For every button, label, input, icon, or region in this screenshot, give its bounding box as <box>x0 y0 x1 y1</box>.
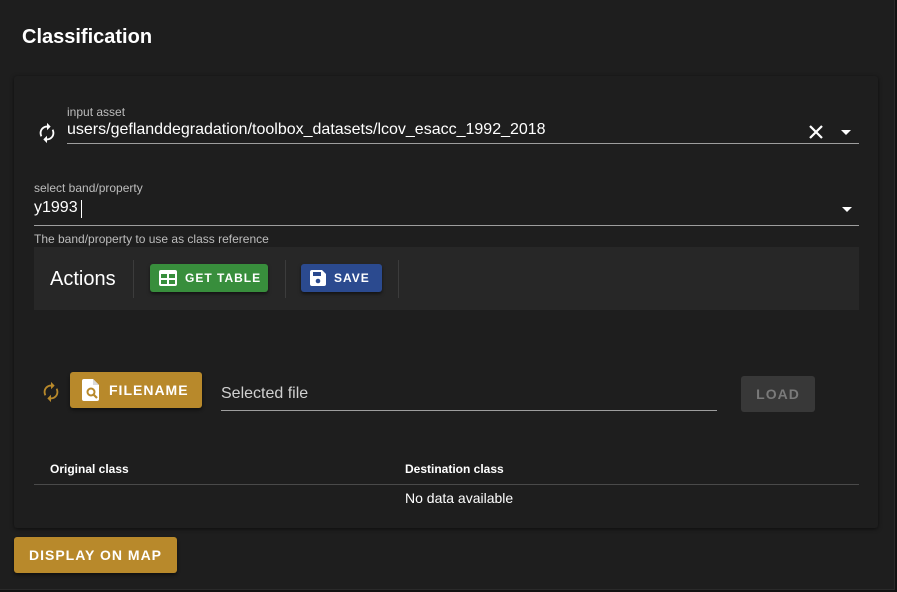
input-asset-underline <box>67 143 859 144</box>
file-search-icon <box>82 379 99 401</box>
save-label: SAVE <box>334 271 370 285</box>
actions-title: Actions <box>50 268 116 290</box>
chevron-down-icon[interactable] <box>842 207 852 212</box>
band-select-label: select band/property <box>34 181 143 195</box>
close-icon[interactable] <box>808 124 824 140</box>
classification-panel: Classification input asset users/gefland… <box>0 0 895 590</box>
filename-button[interactable]: FILENAME <box>70 372 202 408</box>
filename-label: FILENAME <box>109 382 189 398</box>
column-header-original-class[interactable]: Original class <box>50 462 129 476</box>
table-empty-message: No data available <box>405 490 514 506</box>
column-header-destination-class[interactable]: Destination class <box>405 462 504 476</box>
toolbar-divider <box>398 260 399 298</box>
toolbar-divider <box>133 260 134 298</box>
text-cursor <box>81 200 82 218</box>
table-header-divider <box>34 484 859 485</box>
toolbar-divider <box>285 260 286 298</box>
selected-file-input[interactable]: Selected file <box>221 385 308 403</box>
display-on-map-button[interactable]: DISPLAY ON MAP <box>14 537 177 573</box>
refresh-icon[interactable] <box>36 122 58 144</box>
classification-card: input asset users/geflanddegradation/too… <box>14 76 878 528</box>
actions-toolbar: Actions GET TABLE SAVE <box>34 247 859 310</box>
selected-file-underline <box>221 410 717 411</box>
save-icon <box>310 270 326 286</box>
band-select-field[interactable]: y1993 <box>34 199 78 217</box>
panel-title: Classification <box>22 26 153 48</box>
table-icon <box>159 270 177 286</box>
get-table-label: GET TABLE <box>185 271 262 285</box>
band-select-underline <box>34 225 859 226</box>
input-asset-field[interactable]: users/geflanddegradation/toolbox_dataset… <box>67 121 546 139</box>
save-button[interactable]: SAVE <box>301 264 382 292</box>
band-select-hint: The band/property to use as class refere… <box>34 232 269 246</box>
refresh-icon[interactable] <box>40 381 62 403</box>
chevron-down-icon[interactable] <box>841 130 851 135</box>
input-asset-label: input asset <box>67 105 126 119</box>
get-table-button[interactable]: GET TABLE <box>150 264 268 292</box>
load-button[interactable]: LOAD <box>741 376 815 412</box>
